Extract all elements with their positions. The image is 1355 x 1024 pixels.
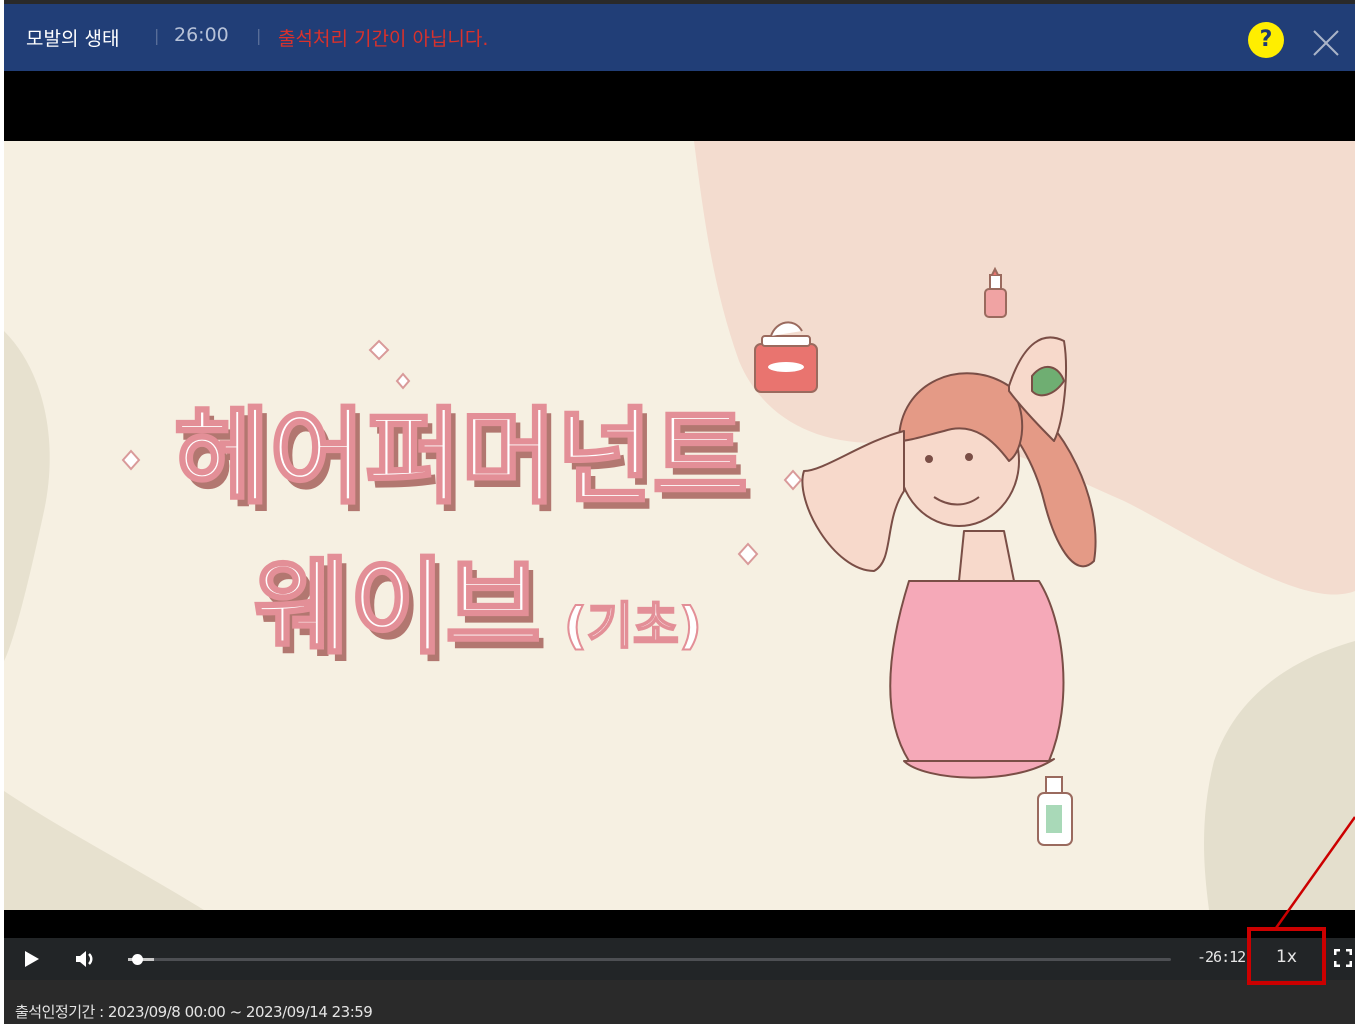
help-icon: ? [1259,27,1273,52]
slide-title-line1: 헤어퍼머넌트 [174,396,748,518]
slide-title-line2: 웨이브 [254,546,541,668]
player-controls: -26:12 1x [4,938,1355,980]
letterbox-bottom [4,910,1355,938]
footer-bar: 출석인정기간 : 2023/09/8 00:00 ~ 2023/09/14 23… [4,980,1355,1024]
volume-icon[interactable] [74,949,98,969]
lecture-title: 모발의 생태 [26,28,120,50]
duration-separator: | [256,26,262,45]
help-button[interactable]: ? [1248,22,1284,58]
title-separator: | [154,26,160,45]
annotation-highlight-box [1247,927,1326,985]
play-icon[interactable] [24,950,40,968]
attendance-period: 출석인정기간 : 2023/09/8 00:00 ~ 2023/09/14 23… [15,1003,373,1021]
close-icon[interactable] [1312,29,1340,57]
lecture-duration: 26:00 [174,24,229,46]
fullscreen-icon[interactable] [1334,949,1352,967]
player-window: 모발의 생태 | 26:00 | 출석처리 기간이 아닙니다. ? 헤어퍼머넌트… [4,0,1355,1024]
slide-title-suffix: (기초) [564,597,702,655]
slide-illustration: 헤어퍼머넌트 헤어퍼머넌트 웨이브 웨이브 (기초) [4,141,1355,910]
progress-bar[interactable] [128,954,1171,965]
title-bar: 모발의 생태 | 26:00 | 출석처리 기간이 아닙니다. ? [4,4,1355,71]
letterbox-top [4,71,1355,141]
progress-handle[interactable] [132,954,144,965]
remaining-time: -26:12 [1197,948,1246,966]
video-frame[interactable]: 헤어퍼머넌트 헤어퍼머넌트 웨이브 웨이브 (기초) [4,141,1355,910]
attendance-warning: 출석처리 기간이 아닙니다. [278,28,489,50]
